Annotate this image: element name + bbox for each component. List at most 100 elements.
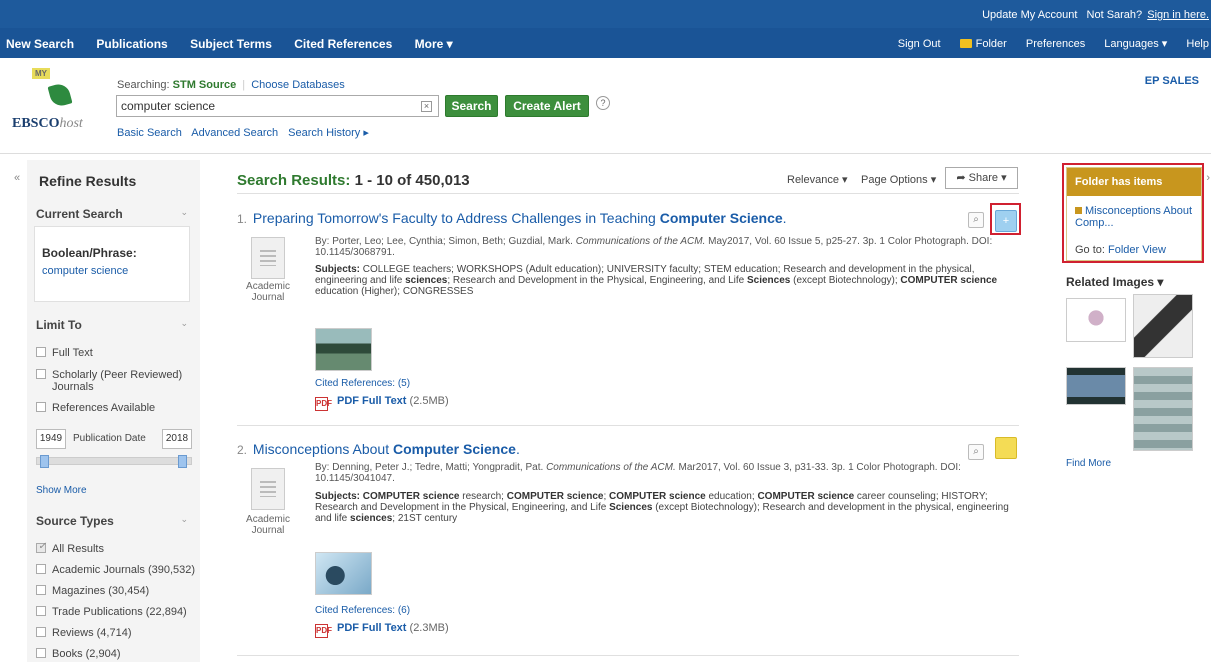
pdf-size: (2.5MB) [409,395,449,407]
source-all-results[interactable]: All Results [36,541,104,555]
pdf-full-text-link[interactable]: PDF PDF Full Text (2.5MB) [315,395,449,411]
source-academic[interactable]: Academic Journals (390,532) [36,564,195,576]
current-search-heading[interactable]: Current Search [36,207,123,221]
subject-text: education; [705,491,758,502]
help-link[interactable]: Help [1186,38,1209,50]
pdf-full-text-link[interactable]: PDF PDF Full Text (2.3MB) [315,622,449,638]
search-input[interactable] [117,96,407,116]
show-more-link[interactable]: Show More [36,485,87,496]
checkbox-icon[interactable] [36,564,46,574]
basic-search-link[interactable]: Basic Search [117,127,182,139]
related-image[interactable] [1066,367,1126,405]
sign-in-link[interactable]: Sign in here. [1147,9,1209,21]
preferences-link[interactable]: Preferences [1026,38,1085,50]
date-slider[interactable] [36,455,192,468]
cited-references-link[interactable]: Cited References: (5) [315,378,410,389]
checkbox-icon[interactable] [36,585,46,595]
sign-out-link[interactable]: Sign Out [898,38,941,50]
result-title[interactable]: 2. Misconceptions About Computer Science… [237,441,520,457]
source-label: Books (2,904) [52,648,121,660]
slider-handle-icon[interactable] [40,455,49,468]
meta-journal: Communications of the ACM. [575,236,706,247]
related-image[interactable] [1133,367,1193,451]
source-magazines[interactable]: Magazines (30,454) [36,585,149,597]
share-button[interactable]: ➦ Share ▾ [945,167,1018,189]
folder-link[interactable]: Folder [959,38,1007,50]
limit-scholarly-cont: Journals [52,381,94,393]
source-types-heading[interactable]: Source Types [36,514,114,528]
searching-label: Searching: [117,79,170,91]
result-subjects: Subjects: COLLEGE teachers; WORKSHOPS (A… [315,264,1015,297]
current-search-term[interactable]: computer science [42,265,128,277]
search-history-link[interactable]: Search History ▸ [288,127,369,139]
subject-bold: COMPUTER science [362,491,460,502]
related-image[interactable] [1133,294,1193,358]
result-title-link[interactable]: Preparing Tomorrow's Faculty to Address … [253,210,787,226]
magnify-icon[interactable]: ⌕ [968,444,984,460]
nav-cited-references[interactable]: Cited References [294,37,392,51]
related-image[interactable] [1066,298,1126,342]
update-account-link[interactable]: Update My Account [982,9,1077,21]
cited-references-link[interactable]: Cited References: (6) [315,605,410,616]
limit-scholarly[interactable]: Scholarly (Peer Reviewed) [36,369,182,381]
nav-new-search[interactable]: New Search [6,37,74,51]
result-divider [237,655,1019,656]
subject-bold: COMPUTER science [900,275,998,286]
choose-databases-link[interactable]: Choose Databases [251,79,345,91]
nav-publications[interactable]: Publications [96,37,167,51]
results-divider [237,193,1019,194]
search-box: × [116,95,439,117]
relevance-sort[interactable]: Relevance ▾ [787,173,848,186]
ebsco-logo[interactable]: MY EBSCOhost [12,68,92,148]
subject-text: ; Research and Development in the Physic… [447,275,747,286]
chevron-down-icon[interactable]: ⌄ [180,318,188,329]
chevron-down-icon[interactable]: ⌄ [180,207,188,218]
source-trade[interactable]: Trade Publications (22,894) [36,606,187,618]
result-title[interactable]: 1. Preparing Tomorrow's Faculty to Addre… [237,210,787,226]
create-alert-button[interactable]: Create Alert [505,95,589,117]
searching-source: STM Source [172,79,237,91]
nav-subject-terms[interactable]: Subject Terms [190,37,272,51]
results-range: 1 - 10 of 450,013 [354,172,470,189]
checkbox-icon[interactable] [36,627,46,637]
meta-doi: 10.1145/3068791. [315,247,395,258]
slider-handle-icon[interactable] [178,455,187,468]
collapse-right-icon[interactable]: › [1206,172,1210,184]
checkbox-icon[interactable] [36,606,46,616]
advanced-search-link[interactable]: Advanced Search [191,127,278,139]
result-thumbnail[interactable] [315,328,372,371]
result-title-end: . [515,441,520,457]
folder-icon [959,39,972,48]
help-icon[interactable]: ? [596,96,610,110]
nav-more[interactable]: More ▾ [415,37,453,51]
checkbox-icon[interactable] [36,402,46,412]
source-reviews[interactable]: Reviews (4,714) [36,627,131,639]
checkbox-icon[interactable] [36,541,46,553]
magnify-icon[interactable]: ⌕ [968,212,984,228]
collapse-left-icon[interactable]: « [14,172,20,184]
source-books[interactable]: Books (2,904) [36,648,120,660]
result-thumbnail[interactable] [315,552,372,595]
page-options-menu[interactable]: Page Options ▾ [861,173,936,186]
subject-text: education (Higher); CONGRESSES [315,286,474,297]
checkbox-icon[interactable] [36,347,46,357]
search-button[interactable]: Search [445,95,498,117]
clear-icon[interactable]: × [421,101,432,112]
result-title-link[interactable]: Misconceptions About Computer Science. [253,441,520,457]
date-from-input[interactable]: 1949 [36,429,66,449]
share-label: Share ▾ [968,172,1007,184]
in-folder-icon[interactable] [995,437,1017,459]
chevron-down-icon[interactable]: ⌄ [180,514,188,525]
limit-to-heading[interactable]: Limit To [36,318,82,332]
subject-bold: COMPUTER science [506,491,604,502]
date-to-input[interactable]: 2018 [162,429,192,449]
refine-sidebar: Refine Results Current Search ⌄ Boolean/… [27,160,200,662]
limit-references[interactable]: References Available [36,402,155,414]
checkbox-icon[interactable] [36,369,46,379]
pdf-icon: PDF [315,397,332,411]
languages-menu[interactable]: Languages ▾ [1104,38,1167,50]
find-more-link[interactable]: Find More [1066,458,1111,469]
related-images-heading[interactable]: Related Images ▾ [1066,275,1163,289]
checkbox-icon[interactable] [36,648,46,658]
limit-full-text[interactable]: Full Text [36,347,93,359]
